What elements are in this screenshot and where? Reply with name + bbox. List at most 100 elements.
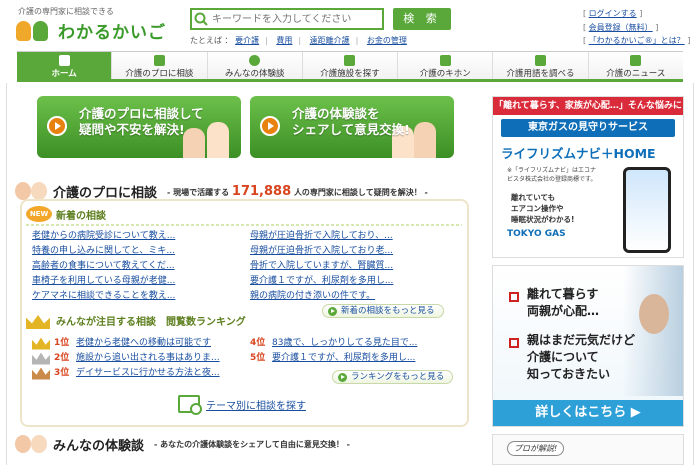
care-info-ad[interactable]: 離れて暮らす 両親が心配… 親はまだ元気だけど 介護について 知っておきたい 詳… (492, 265, 684, 427)
theme-search-icon (178, 395, 202, 415)
example-link[interactable]: 遠距離介護 (310, 36, 350, 45)
home-icon (58, 55, 70, 66)
new-consult-list-left: 老健からの病院受診について教え... 特養の申し込みに関してと、ミキ... 高齢… (32, 229, 175, 304)
ranking-link[interactable]: 83歳で、しっかりしてる見た目で... (272, 336, 417, 351)
consult-link[interactable]: 母親が圧迫骨折で入院しており老... (250, 244, 393, 259)
consult-link[interactable]: 要介護１ですが、利尿剤を多用し... (250, 274, 393, 289)
theme-search[interactable]: テーマ別に相談を探す (178, 395, 306, 415)
ad-trademark-note: ※「ライフリズムナビ」はエコナビスタ株式会社の登録商標です。 (507, 167, 597, 183)
ad-line: 知っておきたい (527, 367, 611, 381)
subsection-title: みんなが注目する相談 閲覧数ランキング (56, 316, 246, 328)
ranking-row: 5位 要介護１ですが、利尿剤を多用し... (250, 351, 417, 366)
arrow-icon (47, 116, 67, 136)
bronze-medal-icon (32, 368, 50, 380)
search-icon (192, 10, 212, 28)
register-link-wrap: [ 会員登録（無料） ] (583, 23, 659, 32)
person-photo-icon (623, 266, 683, 396)
banner-line: 介護の体験談を (292, 106, 380, 121)
nav-label: 介護用語を調べる (506, 69, 575, 79)
login-link-wrap: [ ログインする ] (583, 9, 643, 18)
nav-home[interactable]: ホーム (17, 52, 113, 79)
new-consult-more-button[interactable]: 新着の相談をもっと見る (322, 304, 444, 318)
people-icon (249, 55, 261, 66)
ad-line: 親はまだ元気だけど (527, 333, 636, 347)
logo-icon (16, 19, 54, 43)
consult-link[interactable]: 老健からの病院受診について教え... (32, 229, 175, 244)
nav-experience[interactable]: みんなの体験談 (207, 52, 303, 79)
nav-consult[interactable]: 介護のプロに相談 (112, 52, 208, 79)
ranking-row: 2位 施設から追い出される事はありま... (32, 351, 220, 366)
ranking-link[interactable]: デイサービスに行かせる方法と夜... (76, 366, 220, 381)
nav-news[interactable]: 介護のニュース (588, 52, 683, 79)
expert-count: 171,888 (231, 183, 292, 199)
example-link[interactable]: 費用 (276, 36, 292, 45)
section-subtitle: - あなたの介護体験談をシェアして自由に意見交換！ - (154, 439, 350, 449)
example-keywords: たとえば ： 要介護 | 費用 | 遠距離介護 | お金の管理 (190, 36, 407, 45)
nav-basics[interactable]: 介護のキホン (398, 52, 494, 79)
divider (26, 224, 462, 226)
register-link[interactable]: 会員登録（無料） (589, 23, 653, 32)
pro-explain-ad[interactable]: プロが解説! (492, 434, 684, 465)
ad-brand: ライフリズムナビ＋HOME (501, 146, 656, 161)
section-subtitle: - 現場で活躍する 171,888 人の専門家に相談して疑問を解決！ - (167, 184, 428, 199)
ranking-row: 4位 83歳で、しっかりしてる見た目で... (250, 336, 417, 351)
site-header: 介護の専門家に相談できる わかるかいご 検 索 たとえば ： 要介護| 費用| … (0, 0, 700, 50)
ad-bubble: プロが解説! (507, 441, 565, 456)
login-link[interactable]: ログインする (589, 9, 637, 18)
rank-number: 1位 (54, 338, 70, 348)
dictionary-icon (535, 55, 547, 66)
nav-label: 介護のニュース (606, 69, 666, 79)
about-link[interactable]: 「わかるかいご®」とは？ (589, 36, 685, 45)
example-link[interactable]: お金の管理 (367, 36, 407, 45)
consult-link[interactable]: 母親が圧迫骨折で入院しており、... (250, 229, 393, 244)
consult-link[interactable]: ケアマネに相談できることを教え... (32, 289, 175, 304)
search-button[interactable]: 検 索 (393, 8, 451, 30)
section-heading: みんなの体験談 (53, 438, 145, 454)
nav-glossary[interactable]: 介護用語を調べる (493, 52, 589, 79)
experience-banner[interactable]: 介護の体験談を シェアして意見交換! (250, 96, 454, 158)
banner-line: 疑問や不安を解決! (79, 122, 185, 137)
banner-line: 介護のプロに相談して (79, 106, 204, 121)
subtitle-suffix: 人の専門家に相談して疑問を解決！ - (293, 187, 428, 197)
ranking-link[interactable]: 要介護１ですが、利尿剤を多用し... (272, 351, 415, 366)
book-icon (439, 55, 451, 66)
search-input[interactable] (212, 13, 372, 25)
nav-label: みんなの体験談 (224, 69, 285, 79)
nav-facility[interactable]: 介護施設を探す (302, 52, 399, 79)
tokyo-gas-ad[interactable]: 「離れて暮らす、家族が心配…」そんな悩みに 東京ガスの見守りサービス ライフリズ… (492, 96, 684, 258)
checkbox-icon (509, 292, 519, 302)
ad-cta-button[interactable]: 詳しくはこちら ▶ (493, 400, 683, 426)
search-box (190, 8, 384, 30)
ranking-more-button[interactable]: ランキングをもっと見る (332, 370, 454, 384)
consult-link[interactable]: 高齢者の食事について教えてくだ... (32, 259, 175, 274)
example-label: たとえば ： (190, 36, 233, 45)
consult-link[interactable]: 車椅子を利用している母親が老健... (32, 274, 175, 289)
ranking-list-left: 1位 老健から老健への移動は可能です 2位 施設から追い出される事はありま...… (32, 336, 220, 381)
example-link[interactable]: 要介護 (235, 36, 259, 45)
rank-number: 2位 (54, 353, 70, 363)
consult-link[interactable]: 親の病院の付き添いの件です。 (250, 289, 393, 304)
ranking-row: 1位 老健から老健への移動は可能です (32, 336, 220, 351)
ranking-heading: みんなが注目する相談 閲覧数ランキング (26, 311, 326, 329)
site-logo[interactable]: わかるかいご (16, 18, 166, 43)
consult-link[interactable]: 骨折で入院していますが、腎臓質... (250, 259, 393, 274)
consult-link[interactable]: 特養の申し込みに関してと、ミキ... (32, 244, 175, 259)
ad-line: 両親が心配… (527, 304, 600, 318)
gold-medal-icon (32, 338, 50, 350)
silver-medal-icon (32, 353, 50, 365)
nav-label: 介護施設を探す (320, 69, 380, 79)
arrow-icon (260, 116, 280, 136)
rank-number: 5位 (250, 353, 266, 363)
consult-banner[interactable]: 介護のプロに相談して 疑問や不安を解決! (37, 96, 241, 158)
banner-text: 介護のプロに相談して 疑問や不安を解決! (79, 106, 241, 138)
ranking-link[interactable]: 施設から追い出される事はありま... (76, 351, 220, 366)
facility-icon (344, 55, 356, 66)
ranking-link[interactable]: 老健から老健への移動は可能です (76, 336, 211, 351)
ranking-list-right: 4位 83歳で、しっかりしてる見た目で... 5位 要介護１ですが、利尿剤を多用… (250, 336, 417, 366)
section-heading: 介護のプロに相談 (53, 185, 158, 201)
theme-search-link[interactable]: テーマ別に相談を探す (206, 397, 306, 412)
ad-line: 介護について (527, 350, 599, 364)
nav-label: ホーム (51, 69, 77, 79)
ad-service-label: 東京ガスの見守りサービス (501, 119, 675, 137)
faces-icon (15, 433, 49, 455)
